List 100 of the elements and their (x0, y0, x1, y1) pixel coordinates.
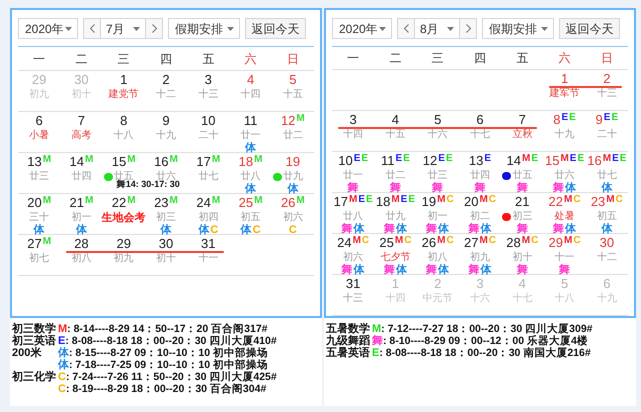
day-number[interactable]: 18 (238, 154, 254, 169)
month-select[interactable]: 8月 (414, 19, 460, 38)
course-tag: C (288, 224, 297, 236)
course-code: 体 (58, 359, 69, 371)
day-number[interactable]: 23 (154, 195, 169, 210)
day-number[interactable]: 10 (201, 113, 216, 128)
day-number[interactable]: 6 (476, 112, 484, 127)
course-schedule: : 8-08----8-18 18：00--20：30 四川大厦410# (65, 335, 277, 347)
day-number[interactable]: 8 (120, 113, 128, 128)
day-number[interactable]: 24 (337, 235, 352, 250)
year-select[interactable]: 2020年 (18, 18, 78, 39)
day-number[interactable]: 11 (244, 113, 258, 128)
day-number[interactable]: 27 (464, 235, 478, 250)
day-number[interactable]: 3 (350, 112, 357, 127)
month-select[interactable]: 7月 (100, 19, 146, 38)
lunar-date: 初四 (198, 212, 218, 224)
day-number[interactable]: 24 (196, 195, 211, 210)
day-number[interactable]: 15 (544, 153, 560, 168)
day-number[interactable]: 20 (464, 194, 478, 209)
course-tag: 体 (601, 223, 612, 235)
course-mark: M (296, 113, 305, 124)
course-tag: 舞 (342, 223, 353, 235)
day-number[interactable]: 3 (204, 72, 212, 87)
course-schedule: : 7-24----7-26 11：50--20：30 四川大厦425# (66, 371, 277, 383)
day-number[interactable]: 26 (422, 235, 436, 250)
holiday-select[interactable]: 假期安排 (482, 18, 554, 39)
holiday-select[interactable]: 假期安排 (168, 18, 240, 39)
lunar-date: 初五 (240, 212, 261, 224)
day-number[interactable]: 16 (587, 153, 602, 168)
day-number[interactable]: 13 (27, 154, 42, 169)
course-tag: 舞 (348, 182, 359, 194)
day-number[interactable]: 29 (548, 235, 563, 250)
course-tag: 舞 (384, 223, 395, 235)
day-number[interactable]: 17 (334, 194, 348, 209)
day-number[interactable]: 30 (600, 235, 614, 250)
day-number[interactable]: 22 (548, 194, 563, 209)
day-number[interactable]: 21 (515, 194, 530, 209)
day-number[interactable]: 27 (27, 236, 42, 251)
year-select[interactable]: 2020年 (332, 18, 392, 39)
caret-icon (541, 26, 548, 30)
day-number[interactable]: 9 (162, 113, 170, 128)
day-number[interactable]: 30 (158, 236, 174, 251)
day-number[interactable]: 31 (346, 276, 360, 291)
day-number[interactable]: 1 (120, 72, 128, 87)
day-number[interactable]: 6 (36, 113, 43, 128)
day-number[interactable]: 18 (376, 194, 390, 209)
day-number[interactable]: 1 (560, 71, 568, 86)
day-number[interactable]: 5 (289, 72, 296, 87)
weekday-label: 二 (75, 50, 88, 68)
day-number[interactable]: 4 (246, 72, 254, 87)
day-number[interactable]: 28 (74, 236, 89, 251)
day-number[interactable]: 11 (381, 153, 394, 168)
day-number[interactable]: 14 (506, 153, 521, 168)
day-number[interactable]: 29 (116, 236, 131, 251)
lunar-date: 建党节 (108, 89, 139, 101)
day-number[interactable]: 21 (70, 195, 84, 210)
day-number[interactable]: 20 (27, 195, 42, 210)
course-label: 初三化学 (12, 371, 57, 383)
day-number[interactable]: 16 (154, 154, 169, 169)
today-button[interactable]: 返回今天 (245, 18, 306, 39)
lunar-date: 初九 (470, 252, 490, 264)
day-number[interactable]: 7 (518, 112, 526, 127)
day-number[interactable]: 15 (112, 154, 126, 169)
lunar-date: 廿七 (198, 171, 218, 183)
course-tag: 舞 (432, 182, 444, 194)
day-number[interactable]: 26 (280, 195, 296, 210)
day-number[interactable]: 17 (196, 154, 211, 169)
day-number[interactable]: 9 (596, 112, 603, 127)
lunar-date: 高考 (71, 130, 92, 142)
day-number[interactable]: 12 (422, 153, 438, 168)
day-number[interactable]: 14 (70, 154, 84, 169)
course-mark: E (438, 153, 445, 164)
course-label: 初三数学 (12, 323, 57, 335)
day-number[interactable]: 10 (338, 153, 353, 168)
day-number[interactable]: 12 (280, 113, 296, 128)
day-number[interactable]: 8 (553, 112, 560, 127)
day-number[interactable]: 28 (506, 235, 521, 250)
day-number[interactable]: 7 (78, 113, 86, 128)
course-schedule: : 7-12----7-27 18：00--20：30 四川大厦309# (381, 323, 593, 335)
day-number[interactable]: 25 (238, 195, 254, 210)
lunar-date: 十四 (240, 89, 261, 101)
weekday-label: 四 (160, 50, 172, 68)
course-tag: 舞 (474, 182, 486, 194)
course-mark: M (394, 235, 404, 246)
day-number[interactable]: 19 (422, 194, 436, 209)
day-number[interactable]: 5 (434, 112, 442, 127)
day-number[interactable]: 25 (379, 235, 394, 250)
course-mark: M (84, 195, 94, 206)
day-number[interactable]: 2 (603, 71, 610, 86)
day-number[interactable]: 13 (468, 153, 484, 168)
course-tag: 体 (565, 182, 576, 194)
course-mark: E (570, 153, 576, 164)
day-number[interactable]: 23 (590, 194, 606, 209)
day-number[interactable]: 4 (392, 112, 400, 127)
day-number[interactable]: 19 (286, 154, 300, 169)
day-number[interactable]: 2 (162, 72, 170, 87)
course-schedule: : 8-19----8-29 18：00--20：30 百合阁304# (66, 383, 266, 395)
day-number[interactable]: 22 (112, 195, 126, 210)
today-button[interactable]: 返回今天 (559, 18, 620, 39)
day-number[interactable]: 31 (201, 236, 216, 251)
